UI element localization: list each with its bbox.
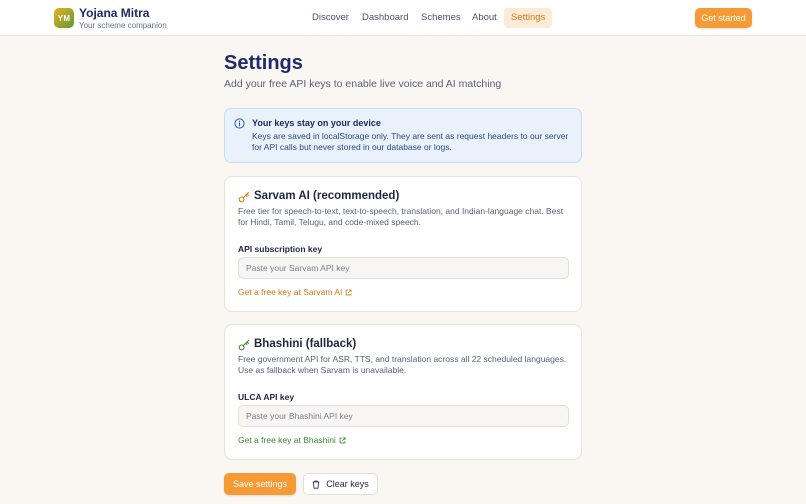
clear-keys-label: Clear keys bbox=[326, 479, 369, 489]
logo[interactable]: YM bbox=[54, 8, 74, 28]
sarvam-title: Sarvam AI (recommended) bbox=[254, 190, 400, 202]
notice-body: Keys are saved in localStorage only. The… bbox=[252, 131, 569, 152]
trash-icon bbox=[312, 480, 320, 489]
nav-discover[interactable]: Discover bbox=[305, 8, 356, 28]
key-icon bbox=[238, 191, 250, 203]
bhashini-link-label: Get a free key at Bhashini bbox=[238, 435, 336, 445]
brand-name[interactable]: Yojana Mitra bbox=[79, 6, 149, 20]
external-link-icon bbox=[339, 436, 346, 443]
info-icon bbox=[234, 118, 245, 129]
nav-about[interactable]: About bbox=[465, 8, 504, 28]
bhashini-key-input[interactable] bbox=[238, 405, 569, 427]
get-started-button[interactable]: Get started bbox=[695, 8, 752, 28]
page-subtitle: Add your free API keys to enable live vo… bbox=[224, 78, 502, 90]
sarvam-key-label: API subscription key bbox=[238, 244, 323, 254]
notice-title: Your keys stay on your device bbox=[252, 118, 381, 128]
external-link-icon bbox=[346, 288, 352, 295]
nav-schemes[interactable]: Schemes bbox=[414, 8, 468, 28]
brand-tagline: Your scheme companion bbox=[79, 21, 167, 30]
sarvam-key-input[interactable] bbox=[238, 257, 569, 279]
save-settings-button[interactable]: Save settings bbox=[224, 473, 296, 495]
sarvam-card: Sarvam AI (recommended) Free tier for sp… bbox=[224, 176, 582, 312]
key-icon bbox=[238, 339, 250, 351]
sarvam-get-key-link[interactable]: Get a free key at Sarvam AI bbox=[238, 287, 352, 297]
bhashini-title: Bhashini (fallback) bbox=[254, 338, 357, 350]
nav-settings[interactable]: Settings bbox=[504, 8, 553, 28]
page-title: Settings bbox=[224, 52, 303, 74]
sarvam-link-label: Get a free key at Sarvam AI bbox=[238, 287, 343, 297]
clear-keys-button[interactable]: Clear keys bbox=[303, 473, 378, 495]
nav-dashboard[interactable]: Dashboard bbox=[355, 8, 415, 28]
top-nav-bar: YM Yojana Mitra Your scheme companion Di… bbox=[0, 0, 806, 36]
bhashini-card: Bhashini (fallback) Free government API … bbox=[224, 324, 582, 460]
sarvam-description: Free tier for speech-to-text, text-to-sp… bbox=[238, 206, 564, 227]
bhashini-get-key-link[interactable]: Get a free key at Bhashini bbox=[238, 435, 346, 445]
privacy-notice: Your keys stay on your device Keys are s… bbox=[224, 108, 582, 163]
bhashini-key-label: ULCA API key bbox=[238, 392, 295, 402]
bhashini-description: Free government API for ASR, TTS, and tr… bbox=[238, 354, 567, 375]
